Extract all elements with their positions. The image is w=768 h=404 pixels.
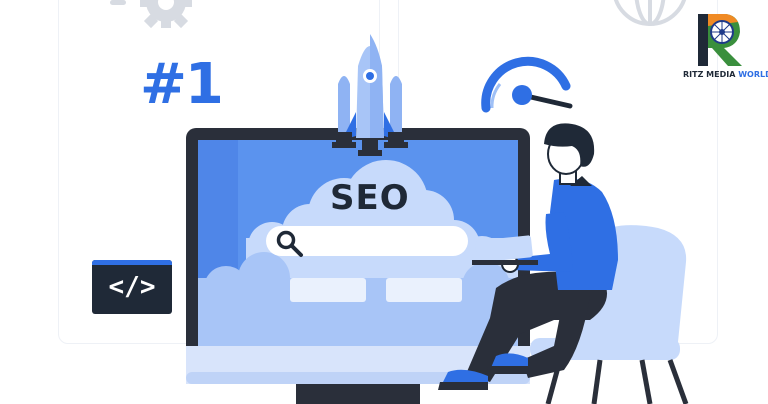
code-icon: </>: [92, 260, 172, 314]
seo-illustration: #1 </> SEO RITZ MEDIA WORL: [0, 0, 768, 404]
brand-name-main: RITZ MEDIA: [683, 70, 739, 79]
rank-number: #1: [140, 52, 224, 117]
speedometer-icon: [481, 56, 573, 113]
seo-title: SEO: [330, 178, 410, 218]
brand-name: RITZ MEDIA WORLD: [683, 70, 768, 79]
rocket-icon: [332, 34, 408, 156]
logo-icon: [698, 14, 742, 66]
person: [438, 123, 618, 390]
gear-bar: [110, 0, 126, 5]
brand-name-accent: WORLD: [738, 70, 768, 79]
gear-icon: [140, 0, 192, 29]
search-icon: [276, 230, 303, 257]
globe-icon: [613, 0, 687, 26]
